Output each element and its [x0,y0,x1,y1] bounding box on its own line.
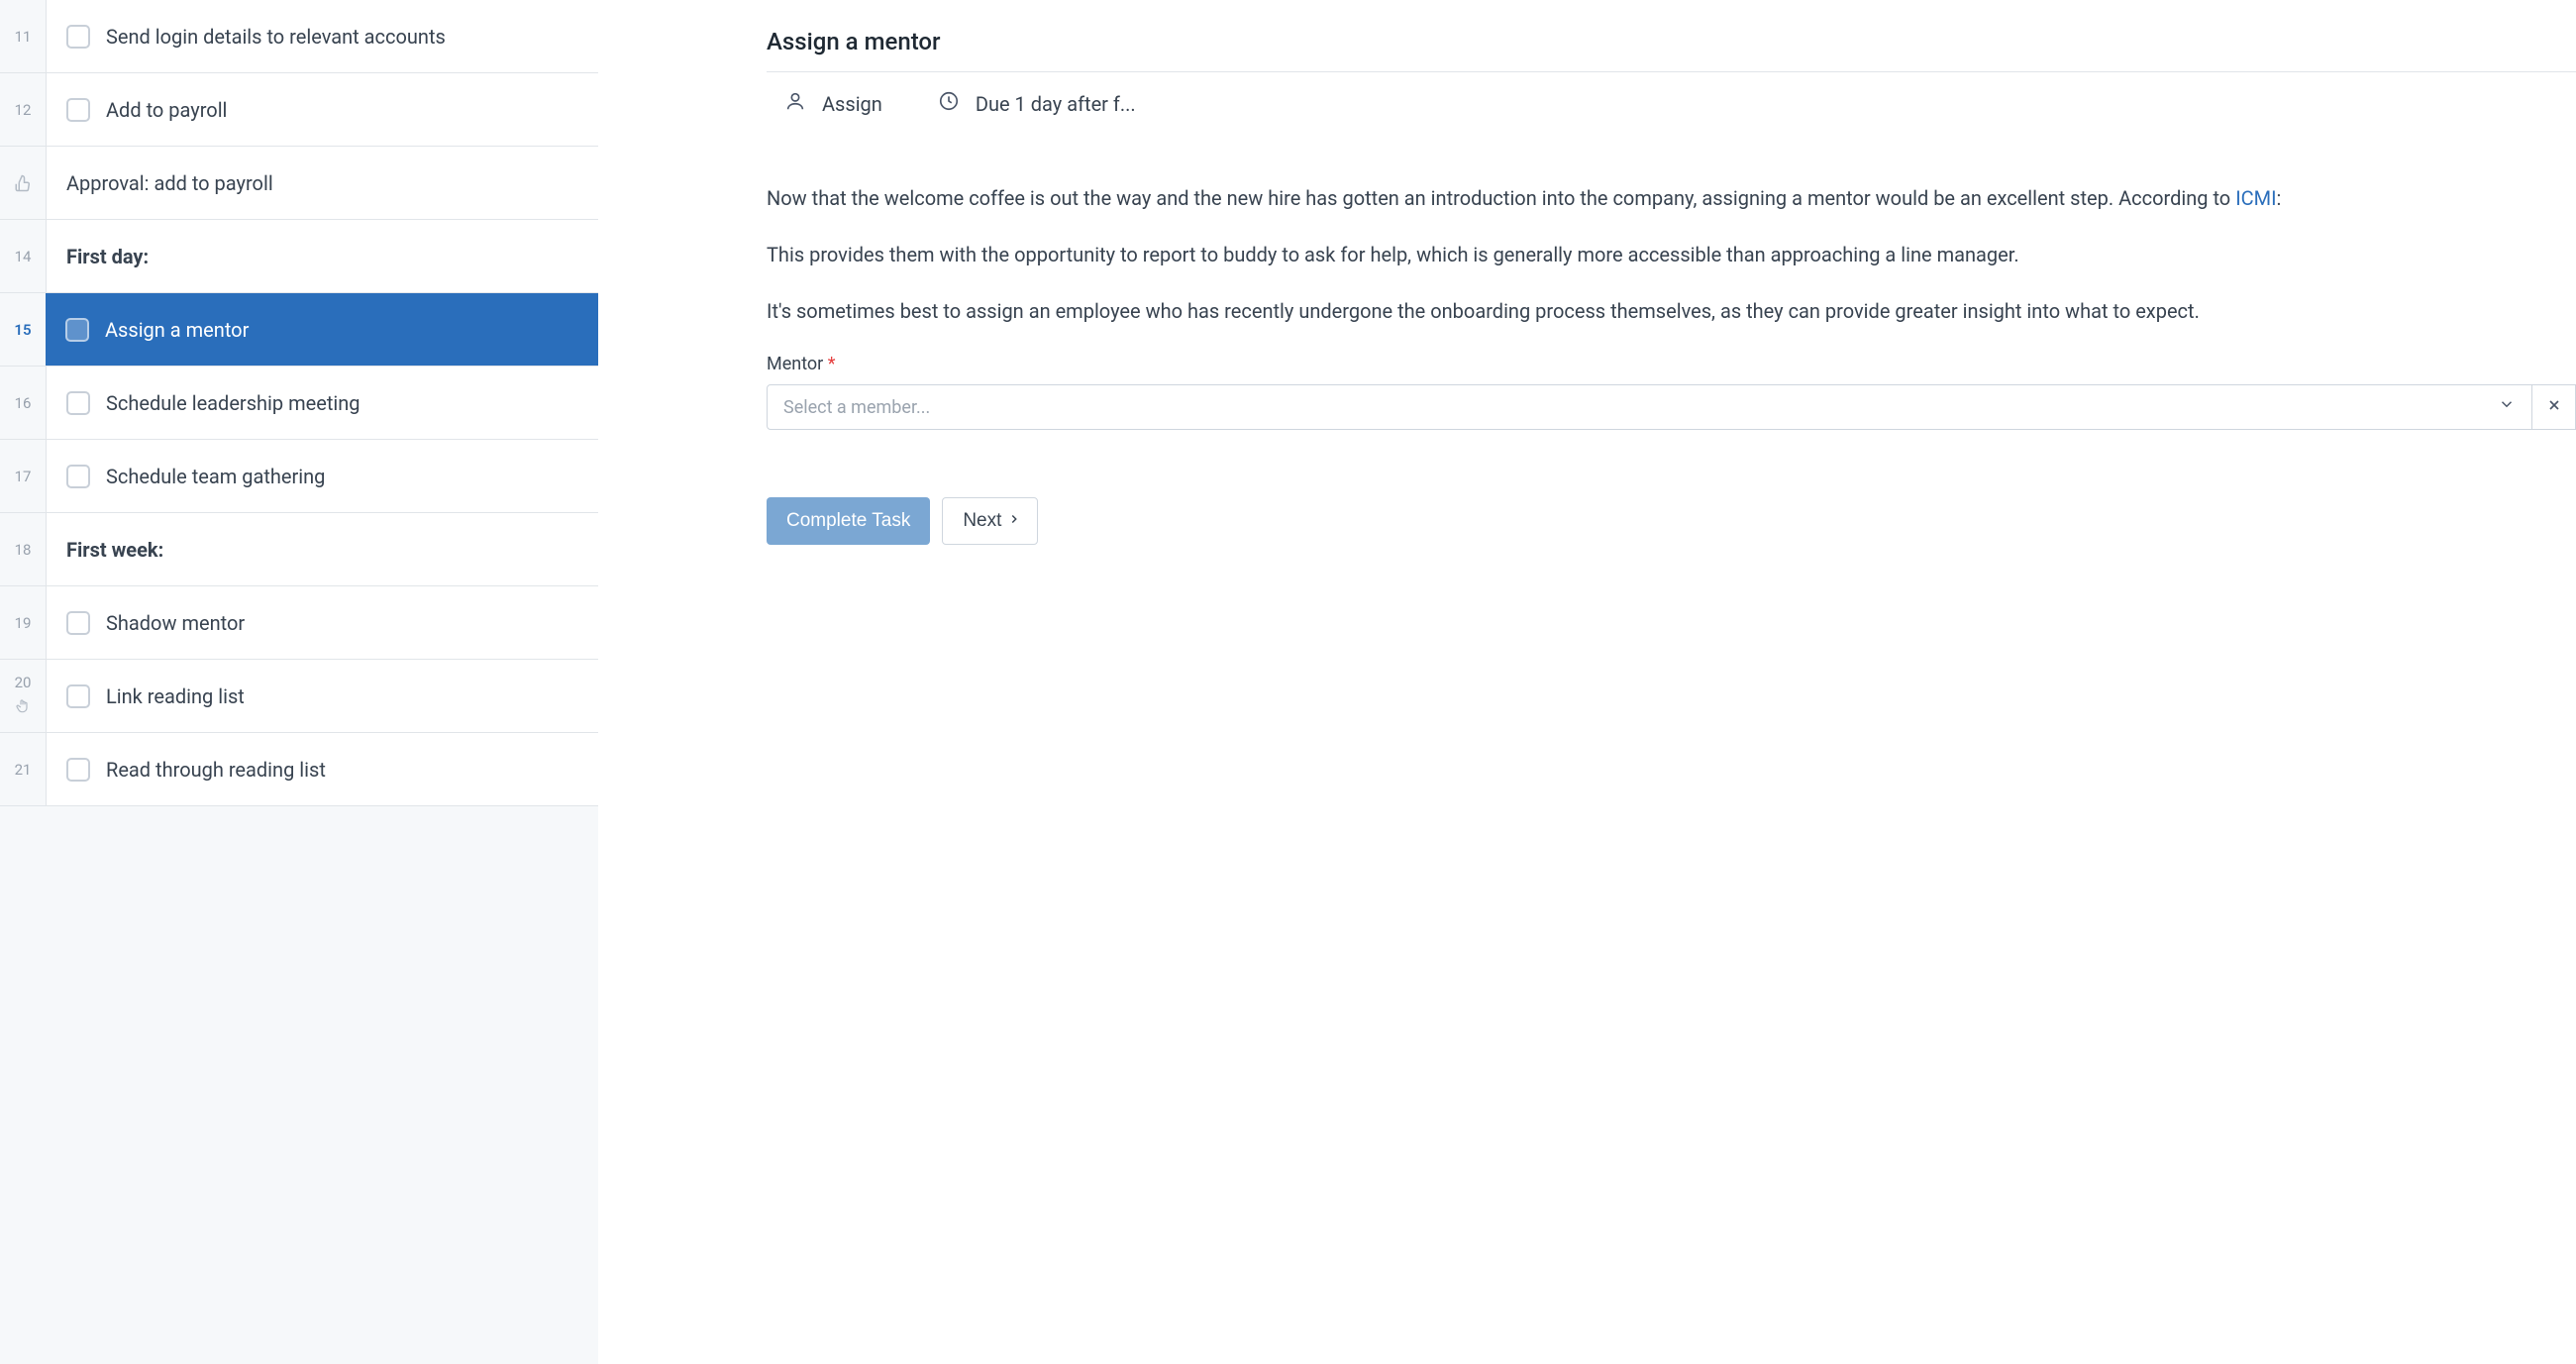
due-label: Due 1 day after f... [976,92,1136,116]
detail-content: Now that the welcome coffee is out the w… [767,184,2576,326]
task-label: Send login details to relevant accounts [106,25,446,49]
meta-row: Assign Due 1 day after f... [767,90,2576,117]
close-icon [2546,395,2562,419]
assign-meta[interactable]: Assign [784,90,882,117]
task-detail-panel: Assign a mentor Assign Due 1 day after f… [598,0,2576,1364]
person-icon [784,90,806,117]
task-number: 16 [0,394,46,412]
clock-icon [938,90,960,117]
task-body: Schedule team gathering [46,440,598,512]
detail-paragraph: Now that the welcome coffee is out the w… [767,184,2576,213]
next-button[interactable]: Next [942,497,1038,545]
task-checkbox[interactable] [66,391,90,415]
task-label: Assign a mentor [105,318,249,342]
approval-row[interactable]: Approval: add to payroll [0,147,598,220]
task-label: Approval: add to payroll [66,171,273,195]
task-number: 20 [15,674,32,691]
task-label: Shadow mentor [106,611,245,635]
task-body: Link reading list [46,660,598,732]
task-number: 21 [0,761,46,779]
task-row[interactable]: 21 Read through reading list [0,733,598,806]
section-heading-row[interactable]: 14 First day: [0,220,598,293]
mentor-field-label: Mentor * [767,354,2576,374]
task-body: Schedule leadership meeting [46,367,598,439]
task-body: Assign a mentor [46,293,598,366]
task-row[interactable]: 12 Add to payroll [0,73,598,147]
task-checkbox[interactable] [66,98,90,122]
task-body: First day: [46,220,598,292]
divider [767,71,2576,72]
task-body: Send login details to relevant accounts [46,0,598,72]
thumbs-up-icon [0,174,46,192]
assign-label: Assign [822,92,882,116]
chevron-down-icon [2498,395,2516,419]
task-row[interactable]: 17 Schedule team gathering [0,440,598,513]
required-indicator: * [828,354,836,374]
complete-task-button[interactable]: Complete Task [767,497,930,545]
section-heading: First week: [66,538,163,562]
task-row[interactable]: 19 Shadow mentor [0,586,598,660]
task-number: 18 [0,541,46,559]
task-checkbox[interactable] [66,25,90,49]
mentor-select[interactable]: Select a member... [767,384,2532,430]
task-checkbox[interactable] [66,684,90,708]
task-body: First week: [46,513,598,585]
select-placeholder: Select a member... [783,397,930,418]
task-number: 15 [0,321,46,339]
section-heading-row[interactable]: 18 First week: [0,513,598,586]
task-sidebar: 11 Send login details to relevant accoun… [0,0,598,1364]
icmi-link[interactable]: ICMI [2235,186,2276,210]
due-meta[interactable]: Due 1 day after f... [938,90,1136,117]
task-number: 11 [0,28,46,46]
task-checkbox[interactable] [65,318,89,342]
task-number: 19 [0,614,46,632]
task-label: Link reading list [106,684,245,708]
text: Now that the welcome coffee is out the w… [767,186,2235,210]
task-body: Shadow mentor [46,586,598,659]
task-label: Schedule team gathering [106,465,325,488]
task-number: 14 [0,248,46,265]
task-row[interactable]: 11 Send login details to relevant accoun… [0,0,598,73]
task-checkbox[interactable] [66,758,90,782]
next-label: Next [963,510,1001,532]
detail-paragraph: This provides them with the opportunity … [767,241,2576,269]
clear-select-button[interactable] [2532,384,2576,430]
task-number: 17 [0,468,46,485]
task-row[interactable]: 20 Link reading list [0,660,598,733]
task-body: Approval: add to payroll [46,147,598,219]
task-body: Add to payroll [46,73,598,146]
task-row[interactable]: 16 Schedule leadership meeting [0,367,598,440]
task-label: Read through reading list [106,758,326,782]
task-checkbox[interactable] [66,611,90,635]
detail-paragraph: It's sometimes best to assign an employe… [767,297,2576,326]
section-heading: First day: [66,245,149,268]
action-buttons: Complete Task Next [767,497,2576,545]
chevron-right-icon [1007,510,1021,532]
task-row-active[interactable]: 15 Assign a mentor [0,293,598,367]
detail-title: Assign a mentor [767,28,2576,71]
label-text: Mentor [767,354,828,374]
task-number: 12 [0,101,46,119]
task-label: Add to payroll [106,98,227,122]
task-body: Read through reading list [46,733,598,805]
task-label: Schedule leadership meeting [106,391,361,415]
mentor-select-wrap: Select a member... [767,384,2576,430]
task-checkbox[interactable] [66,465,90,488]
task-number-with-hand: 20 [0,674,46,719]
text: : [2277,186,2282,210]
hand-icon [15,695,31,719]
